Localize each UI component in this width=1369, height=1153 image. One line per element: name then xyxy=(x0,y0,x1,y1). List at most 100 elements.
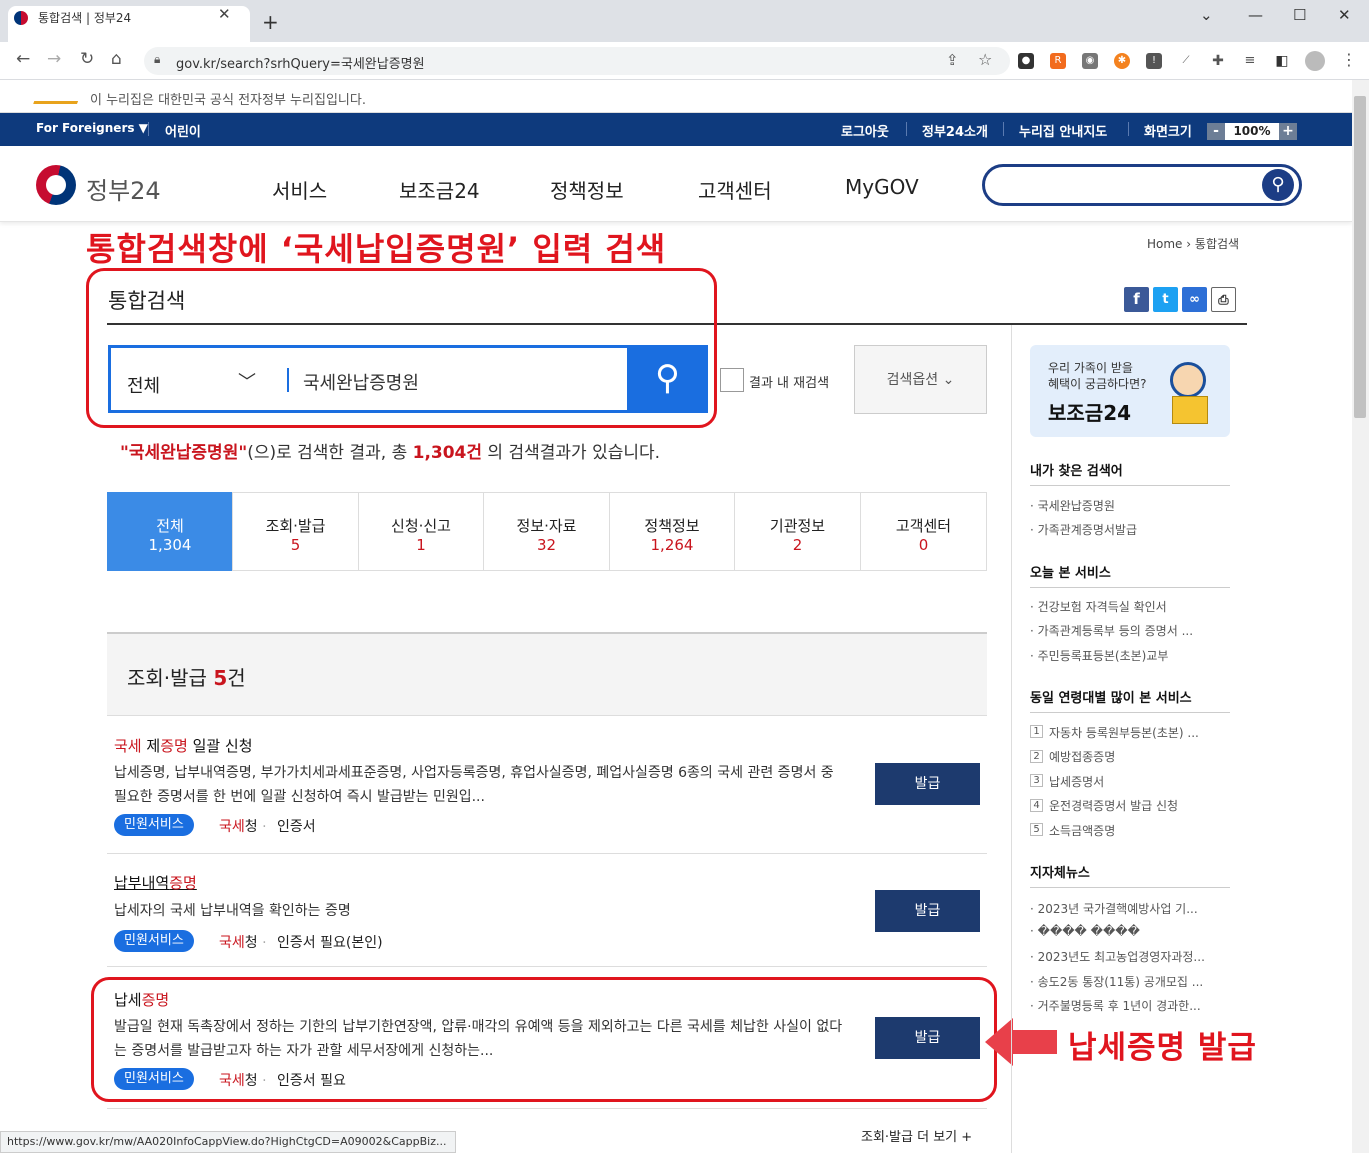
age-popular-item[interactable]: 납세증명서 xyxy=(1049,773,1104,790)
agency-part: 국세 xyxy=(219,819,245,835)
back-icon[interactable]: ← xyxy=(16,49,30,69)
issue-button[interactable]: 발급 xyxy=(875,890,980,932)
camera-extension-icon[interactable]: ◉ xyxy=(1082,53,1098,69)
tab-title: 통합검색 | 정부24 xyxy=(38,11,132,25)
extension-icon[interactable]: ! xyxy=(1146,53,1162,69)
age-popular-item[interactable]: 운전경력증명서 발급 신청 xyxy=(1049,797,1178,814)
news-item[interactable]: · 2023년 국가결핵예방사업 기... xyxy=(1030,900,1198,917)
forward-icon[interactable]: → xyxy=(47,49,61,69)
url-text[interactable]: gov.kr/search?srhQuery=국세완납증명원 xyxy=(176,53,425,72)
divider xyxy=(1030,587,1230,588)
breadcrumb-separator: › xyxy=(1186,237,1192,251)
media-icon[interactable]: ≡ xyxy=(1242,53,1258,69)
banner-line: 혜택이 궁금하다면? xyxy=(1048,377,1147,391)
tab-count: 0 xyxy=(918,536,929,554)
recent-search-item[interactable]: · 가족관계증명서발급 xyxy=(1030,521,1137,538)
extension-icon[interactable]: ✱ xyxy=(1114,53,1130,69)
for-foreigners-link[interactable]: For Foreigners ▼ xyxy=(36,121,148,135)
news-item[interactable]: · 2023년도 최고농업경영자과정... xyxy=(1030,948,1205,965)
facebook-share-icon[interactable]: f xyxy=(1124,287,1149,312)
today-viewed-item[interactable]: · 가족관계등록부 등의 증명서 ... xyxy=(1030,622,1193,639)
news-item[interactable]: · 거주불명등록 후 1년이 경과한... xyxy=(1030,997,1201,1014)
more-results-link[interactable]: 조회·발급 더 보기 + xyxy=(861,1126,972,1145)
home-icon[interactable]: ⌂ xyxy=(111,49,122,69)
tab-policy[interactable]: 정책정보 1,264 xyxy=(609,492,735,571)
nav-service[interactable]: 서비스 xyxy=(272,175,327,204)
extension-icon[interactable]: R xyxy=(1050,53,1066,69)
item-text: 국세완납증명원 xyxy=(1037,499,1115,513)
item-text: 주민등록표등본(초본)교부 xyxy=(1037,649,1169,663)
nav-policy[interactable]: 정책정보 xyxy=(550,175,624,204)
divider xyxy=(1030,887,1230,888)
nav-mygov[interactable]: MyGOV xyxy=(845,175,919,199)
maximize-icon[interactable]: ☐ xyxy=(1293,6,1306,24)
rank-number: 2 xyxy=(1030,750,1043,763)
tab-count: 1,304 xyxy=(148,536,192,554)
lock-icon[interactable]: 🔒︎ xyxy=(154,52,160,67)
agency-label: 국세청 · 인증서 xyxy=(219,819,316,835)
puzzle-extensions-icon[interactable]: ✚ xyxy=(1210,53,1226,69)
zoom-in-button[interactable]: + xyxy=(1279,123,1297,140)
about-link[interactable]: 정부24소개 xyxy=(922,121,988,140)
close-tab-icon[interactable]: ✕ xyxy=(218,5,231,23)
nav-customer-center[interactable]: 고객센터 xyxy=(698,175,772,204)
twitter-share-icon[interactable]: t xyxy=(1153,287,1178,312)
tab-info-data[interactable]: 정보·자료 32 xyxy=(483,492,610,571)
gov24-favicon-icon xyxy=(14,11,28,25)
link-copy-icon[interactable]: ∞ xyxy=(1182,287,1207,312)
tab-application[interactable]: 신청·신고 1 xyxy=(358,492,484,571)
issue-button[interactable]: 발급 xyxy=(875,763,980,805)
section-count: 5 xyxy=(213,666,228,690)
new-tab-icon[interactable]: + xyxy=(262,12,279,32)
print-icon[interactable]: ⎙ xyxy=(1211,287,1236,312)
tab-inquiry-issue[interactable]: 조회·발급 5 xyxy=(232,492,359,571)
bookmark-star-icon[interactable]: ☆ xyxy=(978,50,992,69)
news-item[interactable]: · 송도2동 통장(11통) 공개모집 ... xyxy=(1030,973,1203,990)
tab-all[interactable]: 전체 1,304 xyxy=(107,492,233,571)
agency-part: 청 xyxy=(244,935,258,951)
section-title-text: 조회·발급 xyxy=(127,666,207,690)
extension-icon[interactable]: ⟋ xyxy=(1178,53,1194,69)
reload-icon[interactable]: ↻ xyxy=(80,49,94,69)
kids-link[interactable]: 어린이 xyxy=(165,121,201,140)
nav-subsidy24[interactable]: 보조금24 xyxy=(399,175,480,204)
search-within-checkbox[interactable] xyxy=(720,368,744,392)
sitemap-link[interactable]: 누리집 안내지도 xyxy=(1019,121,1107,140)
news-item[interactable]: · ���� ���� xyxy=(1030,924,1140,938)
search-icon[interactable]: ⚲ xyxy=(1262,169,1294,201)
tab-agency[interactable]: 기관정보 2 xyxy=(734,492,861,571)
browser-menu-icon[interactable]: ⋮ xyxy=(1341,50,1357,69)
tab-customer[interactable]: 고객센터 0 xyxy=(860,492,987,571)
age-popular-item[interactable]: 예방접종증명 xyxy=(1049,748,1115,765)
profile-avatar[interactable] xyxy=(1305,51,1325,71)
agency-label: 국세청 · 인증서 필요(본인) xyxy=(219,935,383,951)
title-part: 일괄 신청 xyxy=(187,737,253,755)
taegeuk-logo-icon[interactable] xyxy=(36,165,76,205)
side-panel-icon[interactable]: ◧ xyxy=(1274,53,1290,69)
summary-query: "국세완납증명원" xyxy=(120,443,248,463)
zoom-out-button[interactable]: - xyxy=(1207,123,1225,140)
age-popular-item[interactable]: 자동차 등록원부등본(초본) ... xyxy=(1049,724,1199,741)
search-options-button[interactable]: 검색옵션 ⌄ xyxy=(854,345,987,414)
tab-label: 기관정보 xyxy=(769,517,826,535)
breadcrumb-home[interactable]: Home xyxy=(1147,237,1182,251)
divider xyxy=(1003,122,1004,136)
extension-icon[interactable]: ● xyxy=(1018,53,1034,69)
divider xyxy=(906,122,907,136)
result-title-link[interactable]: 납부내역증명 xyxy=(114,872,197,893)
minimize-icon[interactable]: — xyxy=(1248,6,1263,24)
logout-link[interactable]: 로그아웃 xyxy=(841,121,889,140)
site-logo-text[interactable]: 정부24 xyxy=(86,171,161,206)
result-description: 납세증명, 납부내역증명, 부가가치세과세표준증명, 사업자등록증명, 휴업사실… xyxy=(114,765,834,805)
today-viewed-item[interactable]: · 주민등록표등본(초본)교부 xyxy=(1030,647,1168,664)
tab-search-icon[interactable]: ⌄ xyxy=(1200,6,1213,24)
recent-search-item[interactable]: · 국세완납증명원 xyxy=(1030,497,1115,514)
share-page-icon[interactable]: ⇪ xyxy=(946,51,959,69)
scrollbar-thumb[interactable] xyxy=(1354,96,1366,418)
close-window-icon[interactable]: ✕ xyxy=(1338,6,1351,24)
result-title-link[interactable]: 국세 제증명 일괄 신청 xyxy=(114,735,253,756)
header-search-input[interactable] xyxy=(982,164,1302,206)
today-viewed-item[interactable]: · 건강보험 자격득실 확인서 xyxy=(1030,598,1167,615)
tab-count: 2 xyxy=(792,536,803,554)
age-popular-item[interactable]: 소득금액증명 xyxy=(1049,822,1115,839)
